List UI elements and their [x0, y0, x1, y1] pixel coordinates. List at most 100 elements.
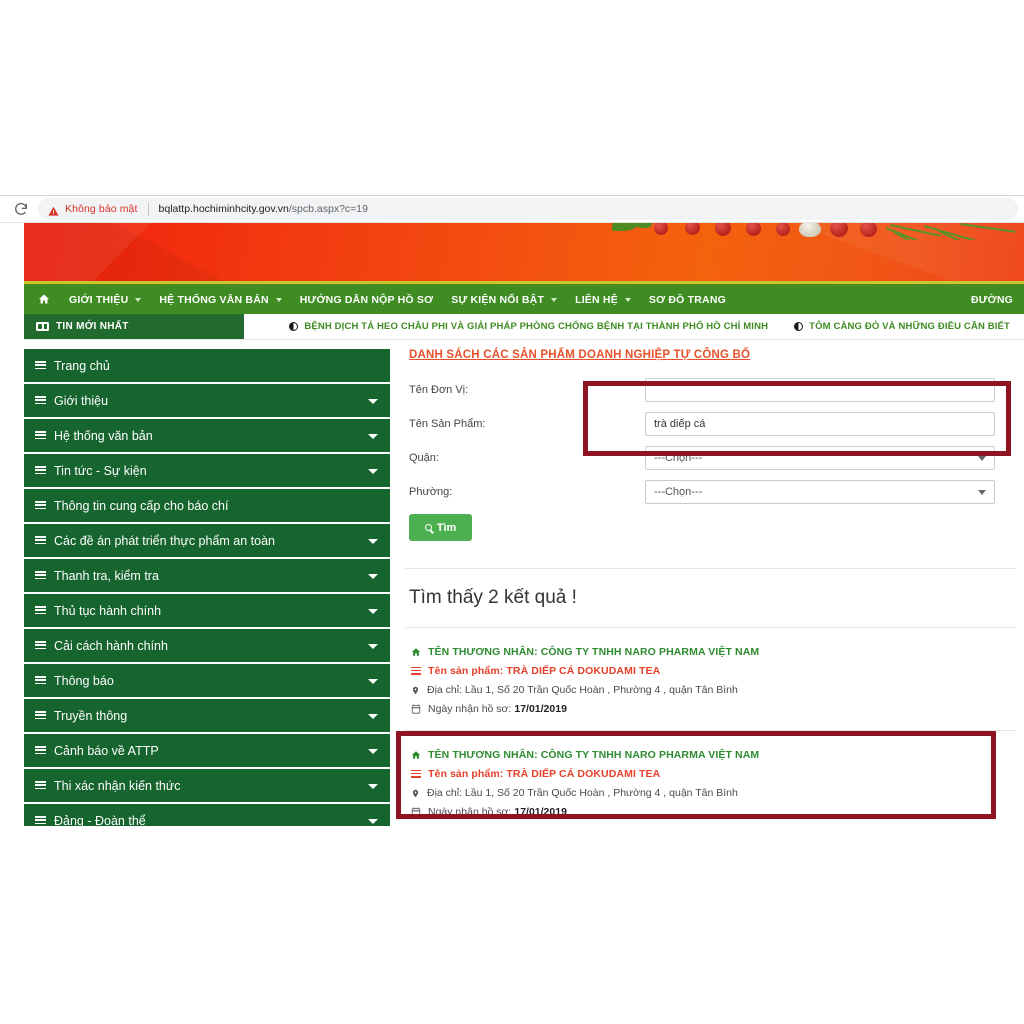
map-pin-icon [411, 685, 420, 696]
home-icon [38, 293, 50, 308]
map-pin-icon [411, 788, 420, 799]
tomato-icon [685, 223, 700, 235]
unit-input[interactable] [645, 378, 995, 402]
chevron-down-icon [368, 713, 378, 719]
omnibox-divider [147, 202, 149, 216]
table-row[interactable]: TÊN THƯƠNG NHÂN: CÔNG TY TNHH NARO PHARM… [405, 640, 1016, 730]
tomato-icon [746, 223, 761, 236]
calendar-icon [411, 807, 421, 817]
warning-triangle-icon [48, 204, 59, 216]
list-icon [35, 816, 46, 825]
sidebar-item-canh-bao-attp[interactable]: Cảnh báo về ATTP [24, 734, 390, 767]
list-icon [35, 746, 46, 755]
half-circle-icon [794, 322, 804, 331]
sidebar-item-thong-bao[interactable]: Thông báo [24, 664, 390, 697]
ticker-item[interactable]: TÔM CÀNG ĐỎ VÀ NHỮNG ĐIỀU CẦN BIẾT [794, 321, 1010, 332]
sidebar-item-thi-xac-nhan-kien-thuc[interactable]: Thi xác nhận kiến thức [24, 769, 390, 802]
nav-overflow[interactable]: ĐƯỜNG [962, 286, 1024, 314]
sidebar-item-trang-chu[interactable]: Trang chủ [24, 349, 390, 382]
nav-item-huong-dan-nop-ho-so[interactable]: HƯỚNG DẪN NỘP HỒ SƠ [291, 286, 443, 314]
result-address-line: Địa chỉ: Lầu 1, Số 20 Trần Quốc Hoàn , P… [411, 684, 1012, 696]
sidebar-item-he-thong-van-ban[interactable]: Hệ thống văn bản [24, 419, 390, 452]
result-merchant-line: TÊN THƯƠNG NHÂN: CÔNG TY TNHH NARO PHARM… [411, 749, 1012, 761]
ward-label: Phường: [409, 486, 453, 498]
result-merchant: TÊN THƯƠNG NHÂN: CÔNG TY TNHH NARO PHARM… [428, 646, 760, 658]
result-product: Tên sản phẩm: TRÀ DIẾP CÁ DOKUDAMI TEA [428, 665, 661, 677]
sidebar-item-truyen-thong[interactable]: Truyền thông [24, 699, 390, 732]
form-row-district: Quận: ---Chọn--- [405, 446, 1016, 470]
nav-label: HƯỚNG DẪN NỘP HỒ SƠ [299, 294, 434, 306]
ticker-item-label: TÔM CÀNG ĐỎ VÀ NHỮNG ĐIỀU CẦN BIẾT [809, 321, 1010, 332]
garlic-icon [799, 223, 821, 237]
district-select[interactable]: ---Chọn--- [645, 446, 995, 470]
nav-item-lien-he[interactable]: LIÊN HỆ [566, 286, 640, 314]
result-product-line: Tên sản phẩm: TRÀ DIẾP CÁ DOKUDAMI TEA [411, 665, 1012, 677]
list-icon [35, 711, 46, 720]
chevron-down-icon [368, 573, 378, 579]
sidebar-item-label: Đảng - Đoàn thể [54, 813, 146, 827]
list-icon [35, 466, 46, 475]
result-product-line: Tên sản phẩm: TRÀ DIẾP CÁ DOKUDAMI TEA [411, 768, 1012, 780]
sidebar-item-label: Thông tin cung cấp cho báo chí [54, 498, 229, 513]
nav-label: SỰ KIỆN NỔI BẬT [451, 294, 545, 306]
form-row-unit: Tên Đơn Vị: [405, 378, 1016, 402]
chevron-down-icon [368, 678, 378, 684]
chevron-down-icon [368, 398, 378, 404]
ticker-tag: TIN MỚI NHẤT [24, 314, 244, 339]
chevron-down-icon [368, 538, 378, 544]
nav-item-so-do-trang[interactable]: SƠ ĐỒ TRANG [640, 286, 735, 314]
nav-home[interactable] [34, 286, 60, 314]
nav-item-gioi-thieu[interactable]: GIỚI THIỆU [60, 286, 150, 314]
search-button-label: Tìm [436, 521, 457, 534]
result-product: Tên sản phẩm: TRÀ DIẾP CÁ DOKUDAMI TEA [428, 768, 661, 780]
tomato-icon [654, 223, 668, 235]
result-date-line: Ngày nhận hồ sơ: 17/01/2019 [411, 806, 1012, 818]
search-button[interactable]: Tìm [409, 514, 472, 541]
ward-select[interactable]: ---Chọn--- [645, 480, 995, 504]
main-content: DANH SÁCH CÁC SẢN PHẨM DOANH NGHIỆP TỰ C… [390, 349, 1024, 826]
sidebar-item-label: Thi xác nhận kiến thức [54, 778, 181, 793]
nav-item-duong[interactable]: ĐƯỜNG [962, 286, 1022, 314]
browser-toolbar: Không bảo mật bqlattp.hochiminhcity.gov.… [0, 195, 1024, 223]
result-date-value: 17/01/2019 [514, 703, 567, 715]
chevron-down-icon [978, 455, 986, 461]
sidebar-item-cai-cach-hanh-chinh[interactable]: Cải cách hành chính [24, 629, 390, 662]
tomato-icon [830, 223, 848, 237]
list-icon [411, 769, 421, 779]
list-icon [35, 571, 46, 580]
sidebar-item-thu-tuc-hanh-chinh[interactable]: Thủ tục hành chính [24, 594, 390, 627]
sidebar-item-de-an-thuc-pham[interactable]: Các đề án phát triển thực phẩm an toàn [24, 524, 390, 557]
sidebar-item-tin-tuc-su-kien[interactable]: Tin tức - Sự kiện [24, 454, 390, 487]
form-row-product: Tên Sản Phẩm: trà diếp cá [405, 412, 1016, 436]
result-merchant-line: TÊN THƯƠNG NHÂN: CÔNG TY TNHH NARO PHARM… [411, 646, 1012, 658]
ticker-item-label: BỆNH DỊCH TẢ HEO CHÂU PHI VÀ GIẢI PHÁP P… [304, 321, 769, 332]
tomato-icon [776, 223, 790, 236]
reload-icon[interactable] [12, 200, 30, 218]
chevron-down-icon [368, 818, 378, 824]
nav-item-su-kien-noi-bat[interactable]: SỰ KIỆN NỔI BẬT [442, 286, 566, 314]
sidebar-item-thong-tin-bao-chi[interactable]: Thông tin cung cấp cho báo chí [24, 489, 390, 522]
result-address: Địa chỉ: Lầu 1, Số 20 Trần Quốc Hoàn , P… [427, 684, 738, 696]
page-body: Trang chủ Giới thiệu Hệ thống văn bản Ti… [24, 340, 1024, 826]
district-select-value: ---Chọn--- [654, 452, 703, 464]
ward-select-value: ---Chọn--- [654, 486, 703, 498]
table-row[interactable]: TÊN THƯƠNG NHÂN: CÔNG TY TNHH NARO PHARM… [405, 743, 1016, 826]
sidebar-item-dang-doan-the[interactable]: Đảng - Đoàn thể [24, 804, 390, 826]
result-address: Địa chỉ: Lầu 1, Số 20 Trần Quốc Hoàn , P… [427, 787, 738, 799]
address-bar[interactable]: Không bảo mật bqlattp.hochiminhcity.gov.… [38, 198, 1018, 220]
list-icon [35, 361, 46, 370]
result-date-label: Ngày nhận hồ sơ: [428, 703, 512, 715]
screenshot-root: Không bảo mật bqlattp.hochiminhcity.gov.… [0, 0, 1024, 1024]
nav-label: HỆ THỐNG VĂN BẢN [159, 294, 269, 306]
sidebar-item-gioi-thieu[interactable]: Giới thiệu [24, 384, 390, 417]
ticker-item[interactable]: BỆNH DỊCH TẢ HEO CHÂU PHI VÀ GIẢI PHÁP P… [289, 321, 768, 332]
sidebar-item-label: Tin tức - Sự kiện [54, 463, 147, 478]
sidebar-item-thanh-tra-kiem-tra[interactable]: Thanh tra, kiểm tra [24, 559, 390, 592]
chevron-down-icon [368, 643, 378, 649]
district-label: Quận: [409, 452, 439, 464]
nav-item-he-thong-van-ban[interactable]: HỆ THỐNG VĂN BẢN [150, 286, 290, 314]
product-input[interactable]: trà diếp cá [645, 412, 995, 436]
result-address-line: Địa chỉ: Lầu 1, Số 20 Trần Quốc Hoàn , P… [411, 787, 1012, 799]
sidebar-menu: Trang chủ Giới thiệu Hệ thống văn bản Ti… [24, 349, 390, 826]
list-icon [35, 501, 46, 510]
